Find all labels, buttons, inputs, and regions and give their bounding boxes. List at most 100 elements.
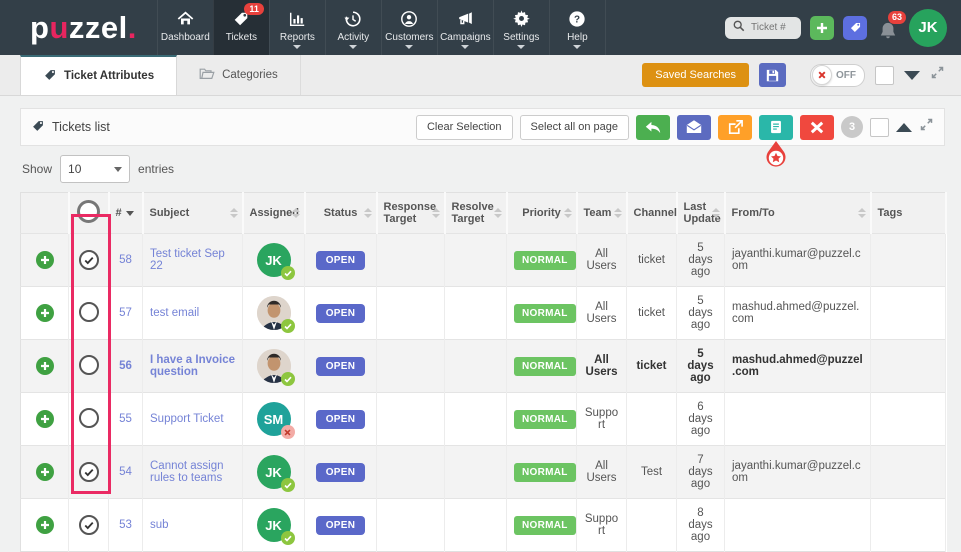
table-row[interactable]: 58 Test ticket Sep 22 JK OPEN NORMAL All…	[21, 234, 946, 287]
export-button[interactable]	[718, 115, 752, 140]
sort-icon	[364, 208, 372, 218]
chevron-down-icon	[517, 45, 525, 49]
ticket-search[interactable]	[725, 17, 801, 39]
table-row[interactable]: 55 Support Ticket SM OPEN NORMAL Support…	[21, 393, 946, 446]
table-row[interactable]: 57 test email OPEN NORMAL All Users tick…	[21, 287, 946, 340]
ticket-number-link[interactable]: 54	[119, 466, 132, 478]
fullscreen-icon[interactable]	[919, 117, 934, 137]
new-ticket-button[interactable]	[810, 16, 834, 40]
ticket-search-input[interactable]	[749, 21, 801, 34]
puzzel-logo[interactable]: puzzel.	[0, 0, 157, 55]
page-size-select[interactable]: 10	[60, 155, 130, 183]
header-resolve-target[interactable]: Resolve Target	[445, 193, 507, 234]
ticket-number-link[interactable]: 57	[119, 307, 132, 319]
expand-row-button[interactable]	[36, 251, 54, 269]
header-last-update[interactable]: Last Update	[677, 193, 725, 234]
header-status[interactable]: Status	[305, 193, 377, 234]
sort-icon	[230, 208, 238, 218]
ticket-subject-link[interactable]: I have a Invoice question	[150, 354, 235, 378]
tabbar-checkbox[interactable]	[875, 66, 894, 85]
saved-searches-button[interactable]: Saved Searches	[642, 63, 749, 87]
notes-button[interactable]	[759, 115, 793, 140]
row-select-radio-checked[interactable]	[79, 250, 99, 270]
assigned-avatar-photo[interactable]	[257, 349, 291, 383]
select-all-button[interactable]: Select all on page	[520, 115, 629, 140]
header-team[interactable]: Team	[577, 193, 627, 234]
header-response-target[interactable]: Response Target	[377, 193, 445, 234]
email-button[interactable]	[677, 115, 711, 140]
panel-checkbox[interactable]	[870, 118, 889, 137]
save-search-button[interactable]	[759, 63, 786, 87]
header-subject[interactable]: Subject	[143, 193, 243, 234]
resolve-target-cell	[445, 234, 507, 287]
tab-categories[interactable]: Categories	[177, 55, 301, 95]
expand-row-button[interactable]	[36, 357, 54, 375]
header-select-all[interactable]	[69, 193, 109, 234]
row-select-radio[interactable]	[79, 408, 99, 428]
share-box-icon	[728, 120, 743, 134]
ticket-number-link[interactable]: 56	[119, 360, 132, 372]
row-select-radio-checked[interactable]	[79, 462, 99, 482]
table-row[interactable]: 53 sub JK OPEN NORMAL Support 8 days ago	[21, 499, 946, 552]
row-select-radio[interactable]	[79, 302, 99, 322]
more-count-label: 3	[849, 121, 855, 133]
nav-customers[interactable]: Customers	[381, 0, 437, 55]
nav-activity[interactable]: Activity	[325, 0, 381, 55]
header-channel[interactable]: Channel	[627, 193, 677, 234]
assigned-avatar[interactable]: SM	[257, 402, 291, 436]
logo-text-rest: zzel	[69, 10, 128, 46]
clear-selection-button[interactable]: Clear Selection	[416, 115, 513, 140]
reply-button[interactable]	[636, 115, 670, 140]
select-all-radio[interactable]	[77, 200, 100, 223]
sort-icon	[712, 208, 720, 218]
header-number[interactable]: #	[109, 193, 143, 234]
nav-help[interactable]: ? Help	[549, 0, 606, 55]
nav-tickets[interactable]: 11 Tickets	[213, 0, 269, 55]
nav-dashboard[interactable]: Dashboard	[157, 0, 213, 55]
team-cell: All Users	[577, 287, 627, 340]
header-from-to[interactable]: From/To	[725, 193, 871, 234]
expand-panel-arrow[interactable]	[896, 123, 912, 132]
resolve-target-cell	[445, 393, 507, 446]
nav-settings[interactable]: Settings	[493, 0, 549, 55]
tab-ticket-attributes[interactable]: Ticket Attributes	[20, 55, 177, 95]
header-tags[interactable]: Tags	[871, 193, 946, 234]
table-row[interactable]: 56 I have a Invoice question OPEN NORMAL…	[21, 340, 946, 393]
ticket-number-link[interactable]: 55	[119, 413, 132, 425]
ticket-subject-link[interactable]: test email	[150, 307, 199, 319]
expand-row-button[interactable]	[36, 516, 54, 534]
assigned-avatar[interactable]: JK	[257, 455, 291, 489]
assigned-avatar[interactable]: JK	[257, 243, 291, 277]
nav-campaigns[interactable]: Campaigns	[437, 0, 493, 55]
nav-label: Reports	[280, 32, 315, 43]
assigned-avatar[interactable]: JK	[257, 508, 291, 542]
nav-reports[interactable]: Reports	[269, 0, 325, 55]
header-priority[interactable]: Priority	[507, 193, 577, 234]
from-to-cell: mashud.ahmed@puzzel.com	[725, 340, 871, 393]
table-row[interactable]: 54 Cannot assign rules to teams JK OPEN …	[21, 446, 946, 499]
user-avatar[interactable]: JK	[909, 9, 947, 47]
ticket-subject-link[interactable]: Cannot assign rules to teams	[150, 460, 224, 484]
row-select-radio[interactable]	[79, 355, 99, 375]
ticket-subject-link[interactable]: Test ticket Sep 22	[150, 248, 225, 272]
ticket-subject-link[interactable]: Support Ticket	[150, 413, 224, 425]
notifications-bell[interactable]: 63	[876, 15, 900, 41]
document-icon	[770, 120, 782, 134]
last-update-cell: 7 days ago	[677, 446, 725, 499]
ticket-number-link[interactable]: 58	[119, 254, 132, 266]
delete-button[interactable]	[800, 115, 834, 140]
expand-row-button[interactable]	[36, 304, 54, 322]
row-select-radio-checked[interactable]	[79, 515, 99, 535]
tags-button[interactable]	[843, 16, 867, 40]
filter-toggle[interactable]: OFF	[810, 64, 865, 87]
expand-row-button[interactable]	[36, 410, 54, 428]
expand-row-button[interactable]	[36, 463, 54, 481]
ticket-subject-link[interactable]: sub	[150, 519, 169, 531]
header-assigned[interactable]: Assigned	[243, 193, 305, 234]
assigned-avatar-photo[interactable]	[257, 296, 291, 330]
priority-badge: NORMAL	[514, 251, 576, 270]
fullscreen-icon[interactable]	[930, 65, 945, 85]
collapse-panel-arrow[interactable]	[904, 71, 920, 80]
more-actions-count[interactable]: 3	[841, 116, 863, 138]
ticket-number-link[interactable]: 53	[119, 519, 132, 531]
